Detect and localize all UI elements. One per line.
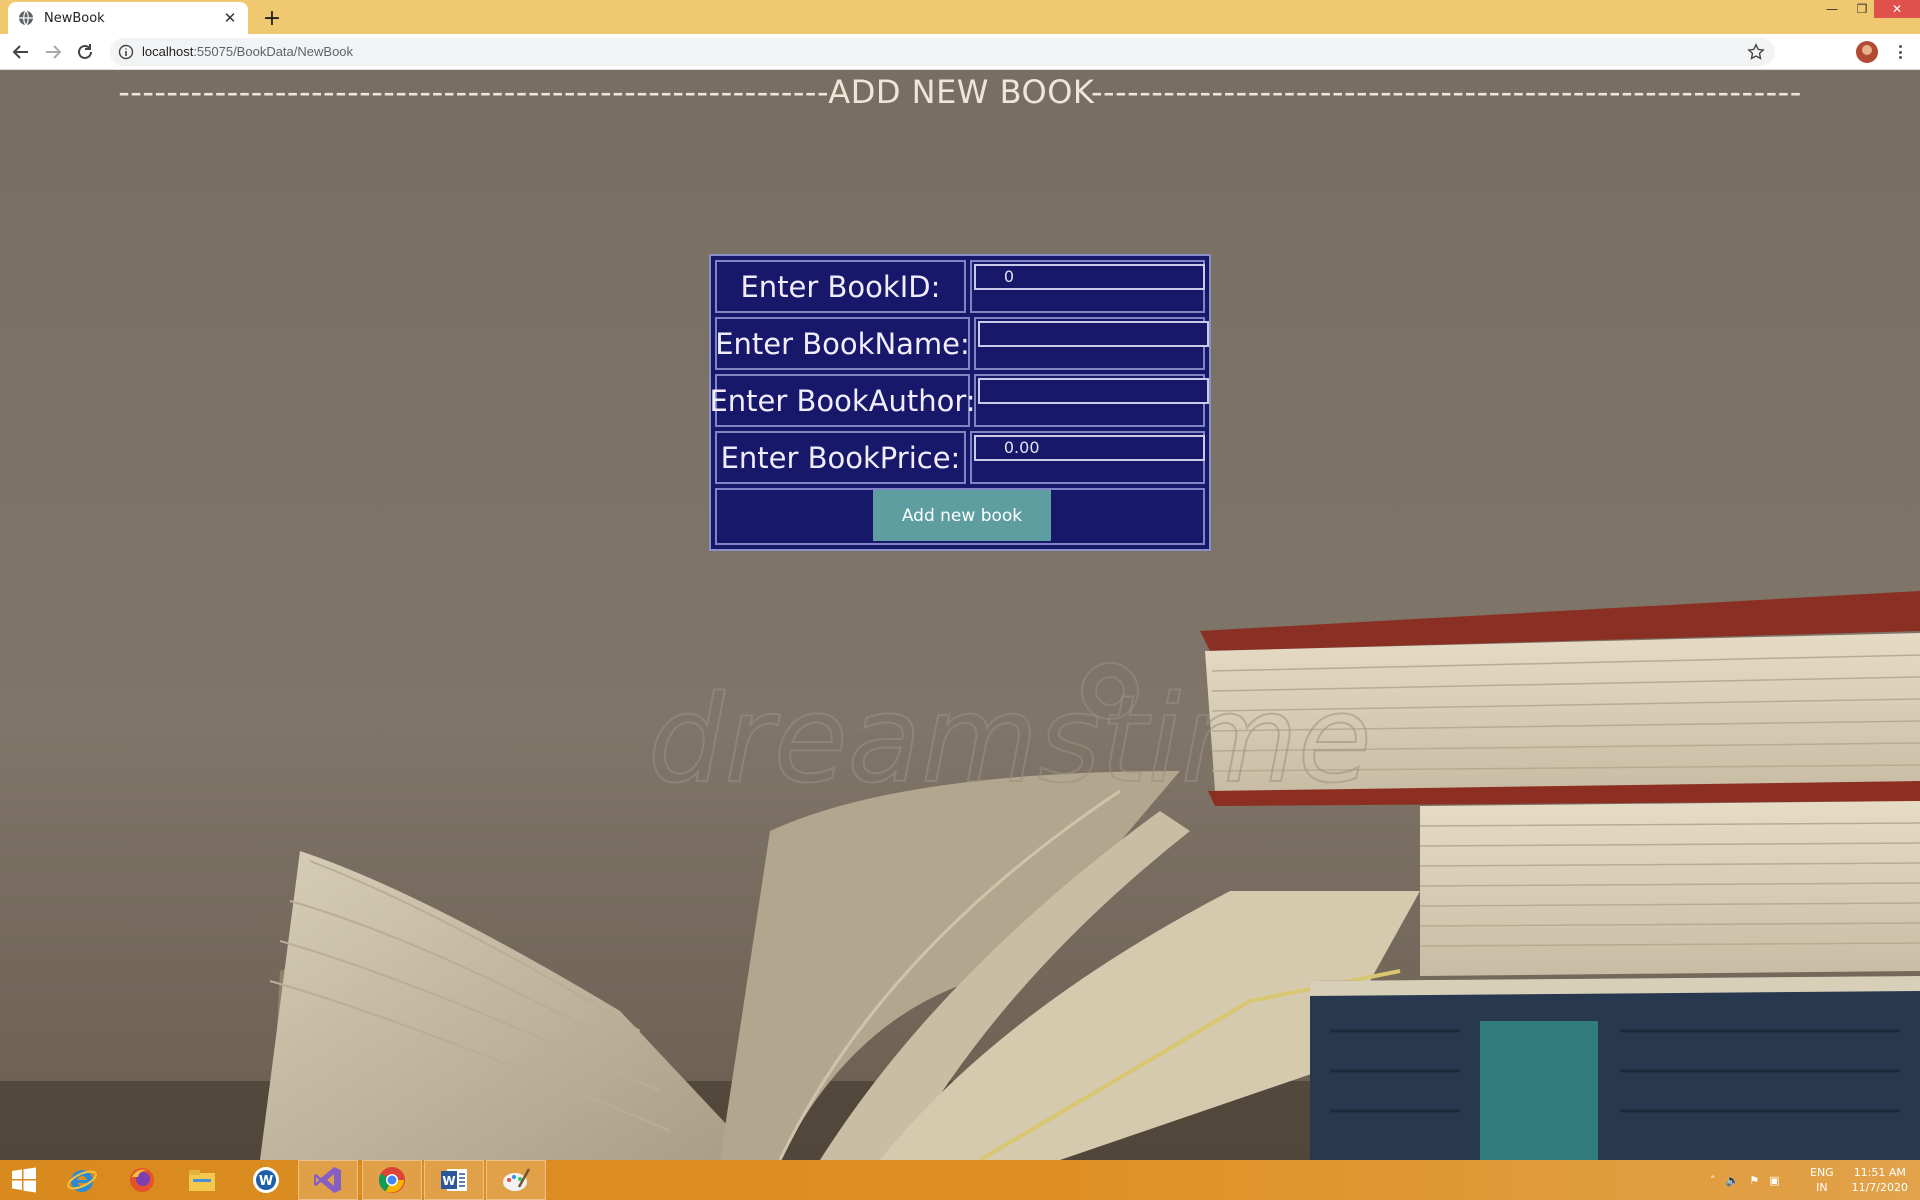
windows-taskbar: W W ˄ 🔈 ⚑ ▣ ENG IN 11:51 AM 11/7/2020 — [0, 1160, 1920, 1200]
book-id-label: Enter BookID: — [715, 260, 966, 313]
clock-date: 11/7/2020 — [1851, 1181, 1908, 1194]
profile-avatar[interactable] — [1856, 41, 1878, 63]
page-content: dreamstime -----------------------------… — [0, 71, 1920, 1160]
url-text: localhost:55075/BookData/NewBook — [142, 44, 353, 59]
language-code: ENG — [1810, 1166, 1834, 1179]
book-price-input[interactable]: 0.00 — [973, 435, 1205, 461]
taskbar-paint[interactable] — [486, 1160, 546, 1200]
close-window-button[interactable]: ✕ — [1874, 0, 1920, 18]
book-price-label: Enter BookPrice: — [715, 431, 966, 484]
word-icon: W — [441, 1169, 467, 1191]
url-path: :55075/BookData/NewBook — [193, 44, 354, 59]
url-host: localhost — [142, 44, 194, 59]
clock-time: 11:51 AM — [1853, 1166, 1906, 1179]
book-id-cell: 0 — [969, 260, 1205, 313]
taskbar-file-explorer[interactable] — [172, 1160, 232, 1200]
bookmark-star-icon[interactable] — [1747, 43, 1765, 61]
action-center-icon[interactable]: ⚑ — [1749, 1174, 1759, 1187]
taskbar-app-w[interactable]: W — [236, 1160, 296, 1200]
book-name-label: Enter BookName: — [715, 317, 970, 370]
forward-button[interactable] — [41, 40, 65, 64]
tab-strip: NewBook ✕ + — ❐ ✕ — [0, 0, 1920, 34]
back-button[interactable] — [9, 40, 33, 64]
form-submit-row: Add new book — [715, 488, 1205, 545]
minimize-button[interactable]: — — [1817, 0, 1847, 18]
add-book-form: Enter BookID: 0 Enter BookName: Enter Bo… — [709, 254, 1211, 551]
system-tray: ˄ 🔈 ⚑ ▣ — [1710, 1160, 1779, 1200]
browser-toolbar: localhost:55075/BookData/NewBook — [0, 34, 1920, 70]
taskbar-internet-explorer[interactable] — [52, 1160, 112, 1200]
browser-tab[interactable]: NewBook ✕ — [8, 2, 248, 34]
form-row-book-author: Enter BookAuthor: — [709, 372, 1209, 429]
watermark-text: dreamstime — [648, 671, 1371, 810]
book-id-input[interactable]: 0 — [973, 264, 1205, 290]
address-bar[interactable]: localhost:55075/BookData/NewBook — [110, 38, 1775, 66]
file-explorer-icon — [189, 1170, 215, 1191]
restore-button[interactable]: ❐ — [1847, 0, 1877, 18]
network-icon[interactable]: ▣ — [1769, 1174, 1779, 1187]
start-icon — [12, 1167, 36, 1193]
start-button[interactable] — [0, 1160, 48, 1200]
form-row-book-name: Enter BookName: — [713, 315, 1209, 372]
internet-explorer-icon — [67, 1170, 97, 1192]
tab-title: NewBook — [44, 10, 105, 26]
book-author-cell — [974, 374, 1209, 427]
svg-text:W: W — [442, 1174, 455, 1188]
book-name-cell — [974, 317, 1209, 370]
form-row-book-id: Enter BookID: 0 — [713, 258, 1207, 315]
info-icon — [118, 44, 134, 60]
region-code: IN — [1816, 1181, 1828, 1194]
taskbar-visual-studio[interactable] — [298, 1160, 358, 1200]
tray-chevron-icon[interactable]: ˄ — [1710, 1174, 1716, 1187]
book-author-input[interactable] — [978, 378, 1209, 404]
volume-icon[interactable]: 🔈 — [1726, 1174, 1740, 1187]
add-new-book-button[interactable]: Add new book — [873, 490, 1051, 541]
globe-icon — [19, 10, 33, 26]
page-title: ----------------------------------------… — [118, 73, 1802, 111]
input-language[interactable]: ENG IN — [1810, 1165, 1834, 1195]
new-tab-button[interactable]: + — [258, 4, 286, 32]
svg-text:W: W — [259, 1174, 273, 1189]
book-author-label: Enter BookAuthor: — [709, 374, 976, 427]
reload-button[interactable] — [73, 40, 97, 64]
browser-menu-icon[interactable] — [1892, 42, 1908, 62]
taskbar-chrome[interactable] — [362, 1160, 422, 1200]
taskbar-word[interactable]: W — [424, 1160, 484, 1200]
taskbar-clock[interactable]: 11:51 AM 11/7/2020 — [1852, 1165, 1908, 1195]
book-price-cell: 0.00 — [969, 431, 1205, 484]
paint-icon — [503, 1168, 531, 1191]
books-background-image: dreamstime — [0, 71, 1920, 1160]
tab-close-icon[interactable]: ✕ — [222, 9, 238, 27]
book-name-input[interactable] — [978, 321, 1209, 347]
forward-arrow-icon — [46, 45, 62, 59]
chrome-icon — [378, 1167, 405, 1193]
app-w-icon: W — [253, 1167, 279, 1193]
visual-studio-icon — [314, 1167, 341, 1193]
reload-icon — [78, 44, 92, 59]
firefox-icon — [130, 1168, 154, 1192]
back-arrow-icon — [12, 45, 28, 59]
taskbar-firefox[interactable] — [112, 1160, 172, 1200]
form-row-book-price: Enter BookPrice: 0.00 — [713, 429, 1207, 486]
